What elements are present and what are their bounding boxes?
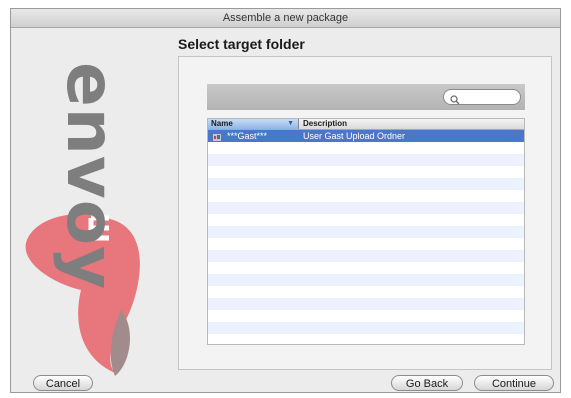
page-title: Select target folder	[178, 36, 305, 52]
empty-row	[208, 178, 524, 190]
empty-row	[208, 166, 524, 178]
table-header: Name ▼ Description	[208, 119, 524, 130]
go-back-button[interactable]: Go Back	[391, 375, 463, 391]
folder-table: Name ▼ Description ***Gast*** User Gast …	[207, 118, 525, 345]
table-row[interactable]: ***Gast*** User Gast Upload Ordner	[208, 130, 524, 142]
logo-panel: envoy	[11, 28, 166, 392]
search-input[interactable]	[462, 91, 514, 103]
empty-row	[208, 238, 524, 250]
logo-wordmark: envoy	[52, 62, 129, 291]
empty-row	[208, 274, 524, 286]
empty-row	[208, 202, 524, 214]
empty-row	[208, 226, 524, 238]
folder-icon	[213, 132, 221, 141]
empty-row	[208, 190, 524, 202]
empty-row	[208, 250, 524, 262]
cancel-button[interactable]: Cancel	[33, 375, 93, 391]
column-header-description[interactable]: Description	[299, 119, 347, 129]
column-header-name[interactable]: Name ▼	[208, 119, 299, 129]
search-field[interactable]	[443, 89, 521, 105]
sort-descending-icon: ▼	[287, 120, 294, 127]
empty-row	[208, 154, 524, 166]
empty-row	[208, 262, 524, 274]
folder-chooser-panel: Name ▼ Description ***Gast*** User Gast …	[178, 56, 552, 370]
empty-row	[208, 142, 524, 154]
table-toolbar	[207, 84, 525, 110]
empty-row	[208, 286, 524, 298]
empty-row	[208, 334, 524, 344]
empty-row	[208, 322, 524, 334]
window-title: Assemble a new package	[11, 9, 560, 28]
assemble-package-dialog: Assemble a new package envoy Select targ…	[10, 8, 561, 393]
continue-button[interactable]: Continue	[474, 375, 554, 391]
empty-row	[208, 310, 524, 322]
row-description: User Gast Upload Ordner	[303, 131, 406, 141]
row-name: ***Gast***	[227, 131, 268, 141]
empty-row	[208, 298, 524, 310]
search-icon	[450, 92, 460, 110]
empty-row	[208, 214, 524, 226]
